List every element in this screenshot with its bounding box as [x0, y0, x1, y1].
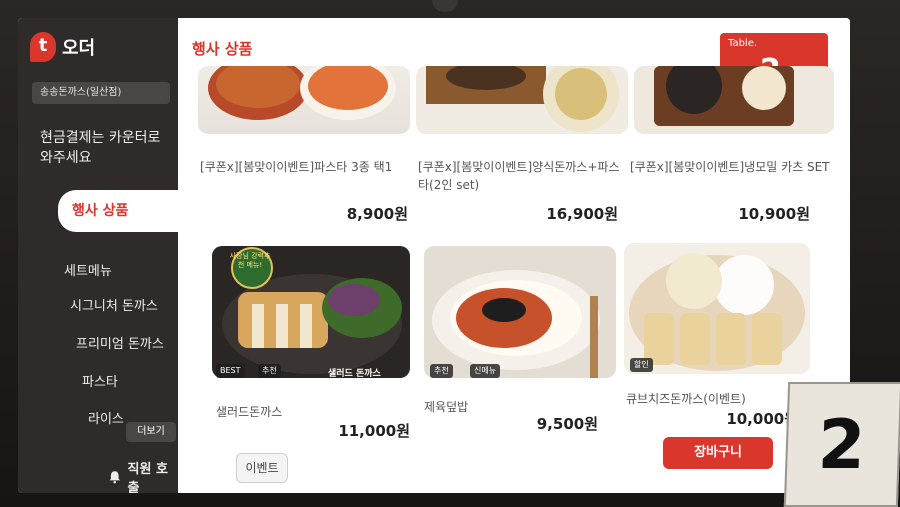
cart-button[interactable]: 장바구니 — [663, 437, 773, 469]
tag-discount: 할인 — [630, 358, 653, 372]
tag-new-menu: 신메뉴 — [470, 364, 501, 378]
sidebar-item-set-menu[interactable]: 세트메뉴 — [64, 260, 112, 279]
tag-best: BEST — [216, 364, 245, 378]
more-button[interactable]: 더보기 — [126, 422, 176, 442]
payment-notice: 현금결제는 카운터로 와주세요 — [40, 130, 161, 166]
product-name-salad-tonkatsu: 샐러드돈까스 — [216, 405, 283, 419]
product-price-cube-cheese-tonkatsu: 10,000원 — [726, 410, 798, 428]
sidebar-item-premium[interactable]: 프리미엄 돈까스 — [76, 333, 164, 352]
sidebar: t 오더 송송돈까스(일산점) 현금결제는 카운터로 와주세요 세트메뉴 시그니… — [18, 18, 178, 493]
product-price-tonkatsu-pasta-set: 16,900원 — [546, 205, 618, 223]
product-price-jeyuk-bowl: 9,500원 — [536, 415, 598, 433]
bell-icon — [109, 471, 121, 484]
staff-call-label: 직원 호출 — [127, 462, 168, 493]
section-title: 행사 상품 — [192, 40, 253, 58]
sidebar-item-pasta[interactable]: 파스타 — [82, 371, 118, 390]
app-logo: t 오더 — [30, 32, 95, 62]
kiosk-screen: t 오더 송송돈까스(일산점) 현금결제는 카운터로 와주세요 세트메뉴 시그니… — [18, 18, 850, 493]
product-image-jeyuk-bowl[interactable] — [424, 246, 616, 378]
sidebar-item-rice[interactable]: 라이스 — [88, 408, 124, 427]
logo-text: 오더 — [62, 38, 96, 59]
event-button[interactable]: 이벤트 — [236, 453, 288, 483]
product-price-pasta: 8,900원 — [346, 205, 408, 223]
product-name-tonkatsu-pasta-set: [쿠폰x][봄맞이이벤트]양식돈까스+파스타(2인 set) — [418, 160, 620, 192]
tag-recommend: 추천 — [430, 364, 453, 378]
product-image-soba-katsu-set[interactable] — [634, 66, 834, 134]
main-content: 행사 상품 Table. 2 — [178, 18, 850, 493]
staff-call-button[interactable]: 직원 호출 — [108, 458, 178, 493]
product-price-salad-tonkatsu: 11,000원 — [338, 422, 410, 440]
product-image-tonkatsu-pasta-set[interactable] — [416, 66, 628, 134]
salad-tonkatsu-overlay: 샐러드 돈까스 — [328, 369, 381, 379]
tag-recommend: 추천 — [258, 364, 281, 378]
logo-icon: t — [30, 32, 56, 62]
sidebar-item-event-products[interactable]: 행사 상품 — [58, 190, 198, 232]
sidebar-item-signature[interactable]: 시그니처 돈까스 — [70, 295, 158, 314]
product-name-soba-katsu-set: [쿠폰x][봄맞이이벤트]냉모밀 카츠 SET — [630, 160, 830, 174]
product-image-cube-cheese-tonkatsu[interactable] — [624, 243, 810, 374]
product-image-pasta[interactable] — [198, 66, 410, 134]
table-label: Table. — [728, 38, 758, 49]
recommend-badge: 사장님 강력추천 메뉴! — [229, 252, 271, 269]
product-price-soba-katsu-set: 10,900원 — [738, 205, 810, 223]
physical-table-number-card: 2 — [783, 382, 900, 507]
product-name-cube-cheese-tonkatsu: 큐브치즈돈까스(이벤트) — [626, 392, 746, 406]
physical-table-number: 2 — [816, 406, 867, 485]
store-name: 송송돈까스(일산점) — [32, 82, 170, 104]
product-name-pasta: [쿠폰x][봄맞이이벤트]파스타 3종 택1 — [200, 160, 393, 174]
